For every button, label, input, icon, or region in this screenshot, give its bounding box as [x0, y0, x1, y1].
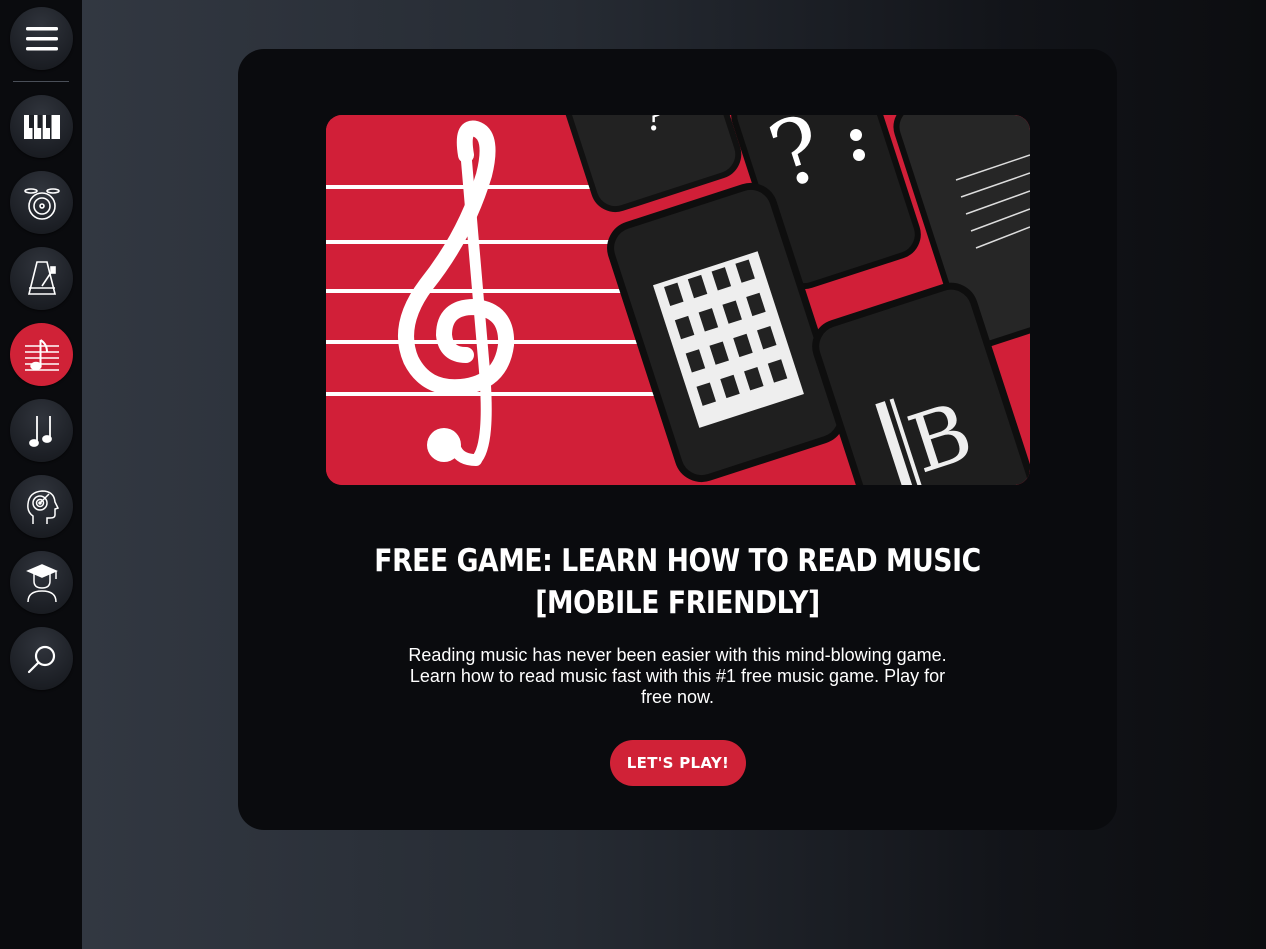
sidebar-divider: [13, 81, 69, 82]
piano-keys-icon: [23, 114, 60, 139]
title-line-1: FREE GAME: LEARN HOW TO READ MUSIC: [374, 543, 981, 579]
metronome-icon: [27, 260, 56, 295]
sidebar-item-search[interactable]: [10, 627, 73, 690]
sidebar-item-read-music[interactable]: [10, 323, 73, 386]
hero-image: ? ? B: [326, 115, 1030, 485]
music-staff-note-icon: [24, 338, 59, 371]
drum-icon: [23, 187, 60, 220]
page-title: FREE GAME: LEARN HOW TO READ MUSIC [MOBI…: [300, 540, 1056, 624]
graduate-icon: [25, 563, 58, 602]
sidebar-item-drums[interactable]: [10, 171, 73, 234]
lets-play-button[interactable]: LET'S PLAY!: [610, 740, 746, 786]
svg-text:?: ?: [644, 115, 665, 140]
sidebar-item-piano[interactable]: [10, 95, 73, 158]
sidebar-item-ear-training[interactable]: [10, 475, 73, 538]
description: Reading music has never been easier with…: [408, 645, 947, 707]
sidebar-item-metronome[interactable]: [10, 247, 73, 310]
sidebar: [0, 0, 82, 949]
music-note-icon: [28, 415, 52, 447]
sidebar-item-rhythm[interactable]: [10, 399, 73, 462]
search-icon: [27, 645, 55, 673]
sidebar-item-lessons[interactable]: [10, 551, 73, 614]
title-line-2: [MOBILE FRIENDLY]: [535, 585, 820, 621]
head-target-icon: [26, 489, 59, 524]
game-card: ? ? B FREE GAME: LEARN HOW TO READ MUSIC…: [238, 49, 1117, 830]
menu-button[interactable]: [10, 7, 73, 70]
hamburger-menu-icon: [25, 26, 58, 50]
